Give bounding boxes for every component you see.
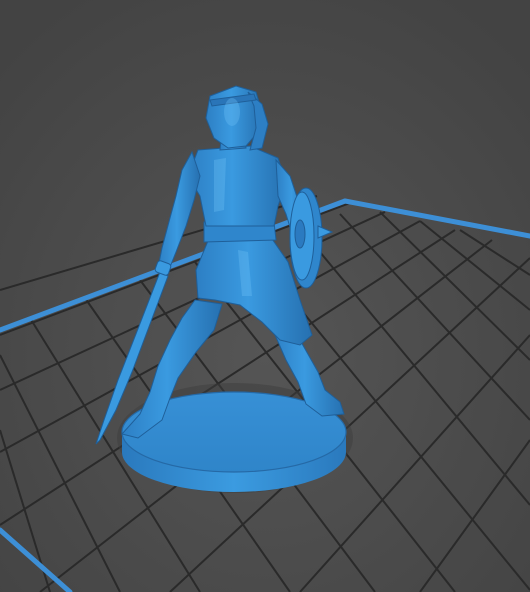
viewport-canvas[interactable] (0, 0, 530, 592)
3d-viewport[interactable] (0, 0, 530, 592)
